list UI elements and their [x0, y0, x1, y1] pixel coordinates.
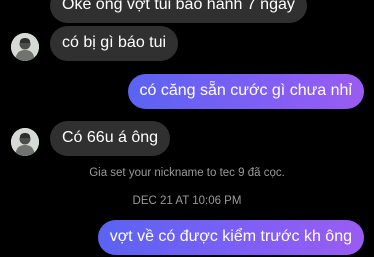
nickname-notice: Gia set your nickname to tec 9 đã cọc. [89, 167, 285, 179]
message-text: có bị gì báo tui [62, 34, 167, 51]
message-text: Oke ông vợt tui bảo hành 7 ngày [62, 0, 295, 13]
message-text: Có 66u á ông [62, 129, 159, 146]
chat-thread: Oke ông vợt tui bảo hành 7 ngày có bị gì… [0, 0, 374, 257]
person-avatar-icon [11, 128, 39, 156]
message-incoming[interactable]: Có 66u á ông [50, 121, 171, 156]
message-timestamp: DEC 21 AT 10:06 PM [132, 195, 242, 207]
message-text: có căng sẵn cước gì chưa nhỉ [139, 82, 352, 99]
message-outgoing[interactable]: có căng sẵn cước gì chưa nhỉ [127, 74, 364, 109]
person-avatar-icon [11, 33, 39, 61]
message-incoming[interactable]: có bị gì báo tui [50, 26, 179, 61]
contact-avatar[interactable] [11, 128, 39, 156]
message-text: vợt về có được kiểm trước kh ông [109, 228, 352, 245]
contact-avatar[interactable] [11, 33, 39, 61]
message-outgoing[interactable]: vợt về có được kiểm trước kh ông [97, 220, 364, 255]
message-incoming[interactable]: Oke ông vợt tui bảo hành 7 ngày [50, 0, 307, 23]
